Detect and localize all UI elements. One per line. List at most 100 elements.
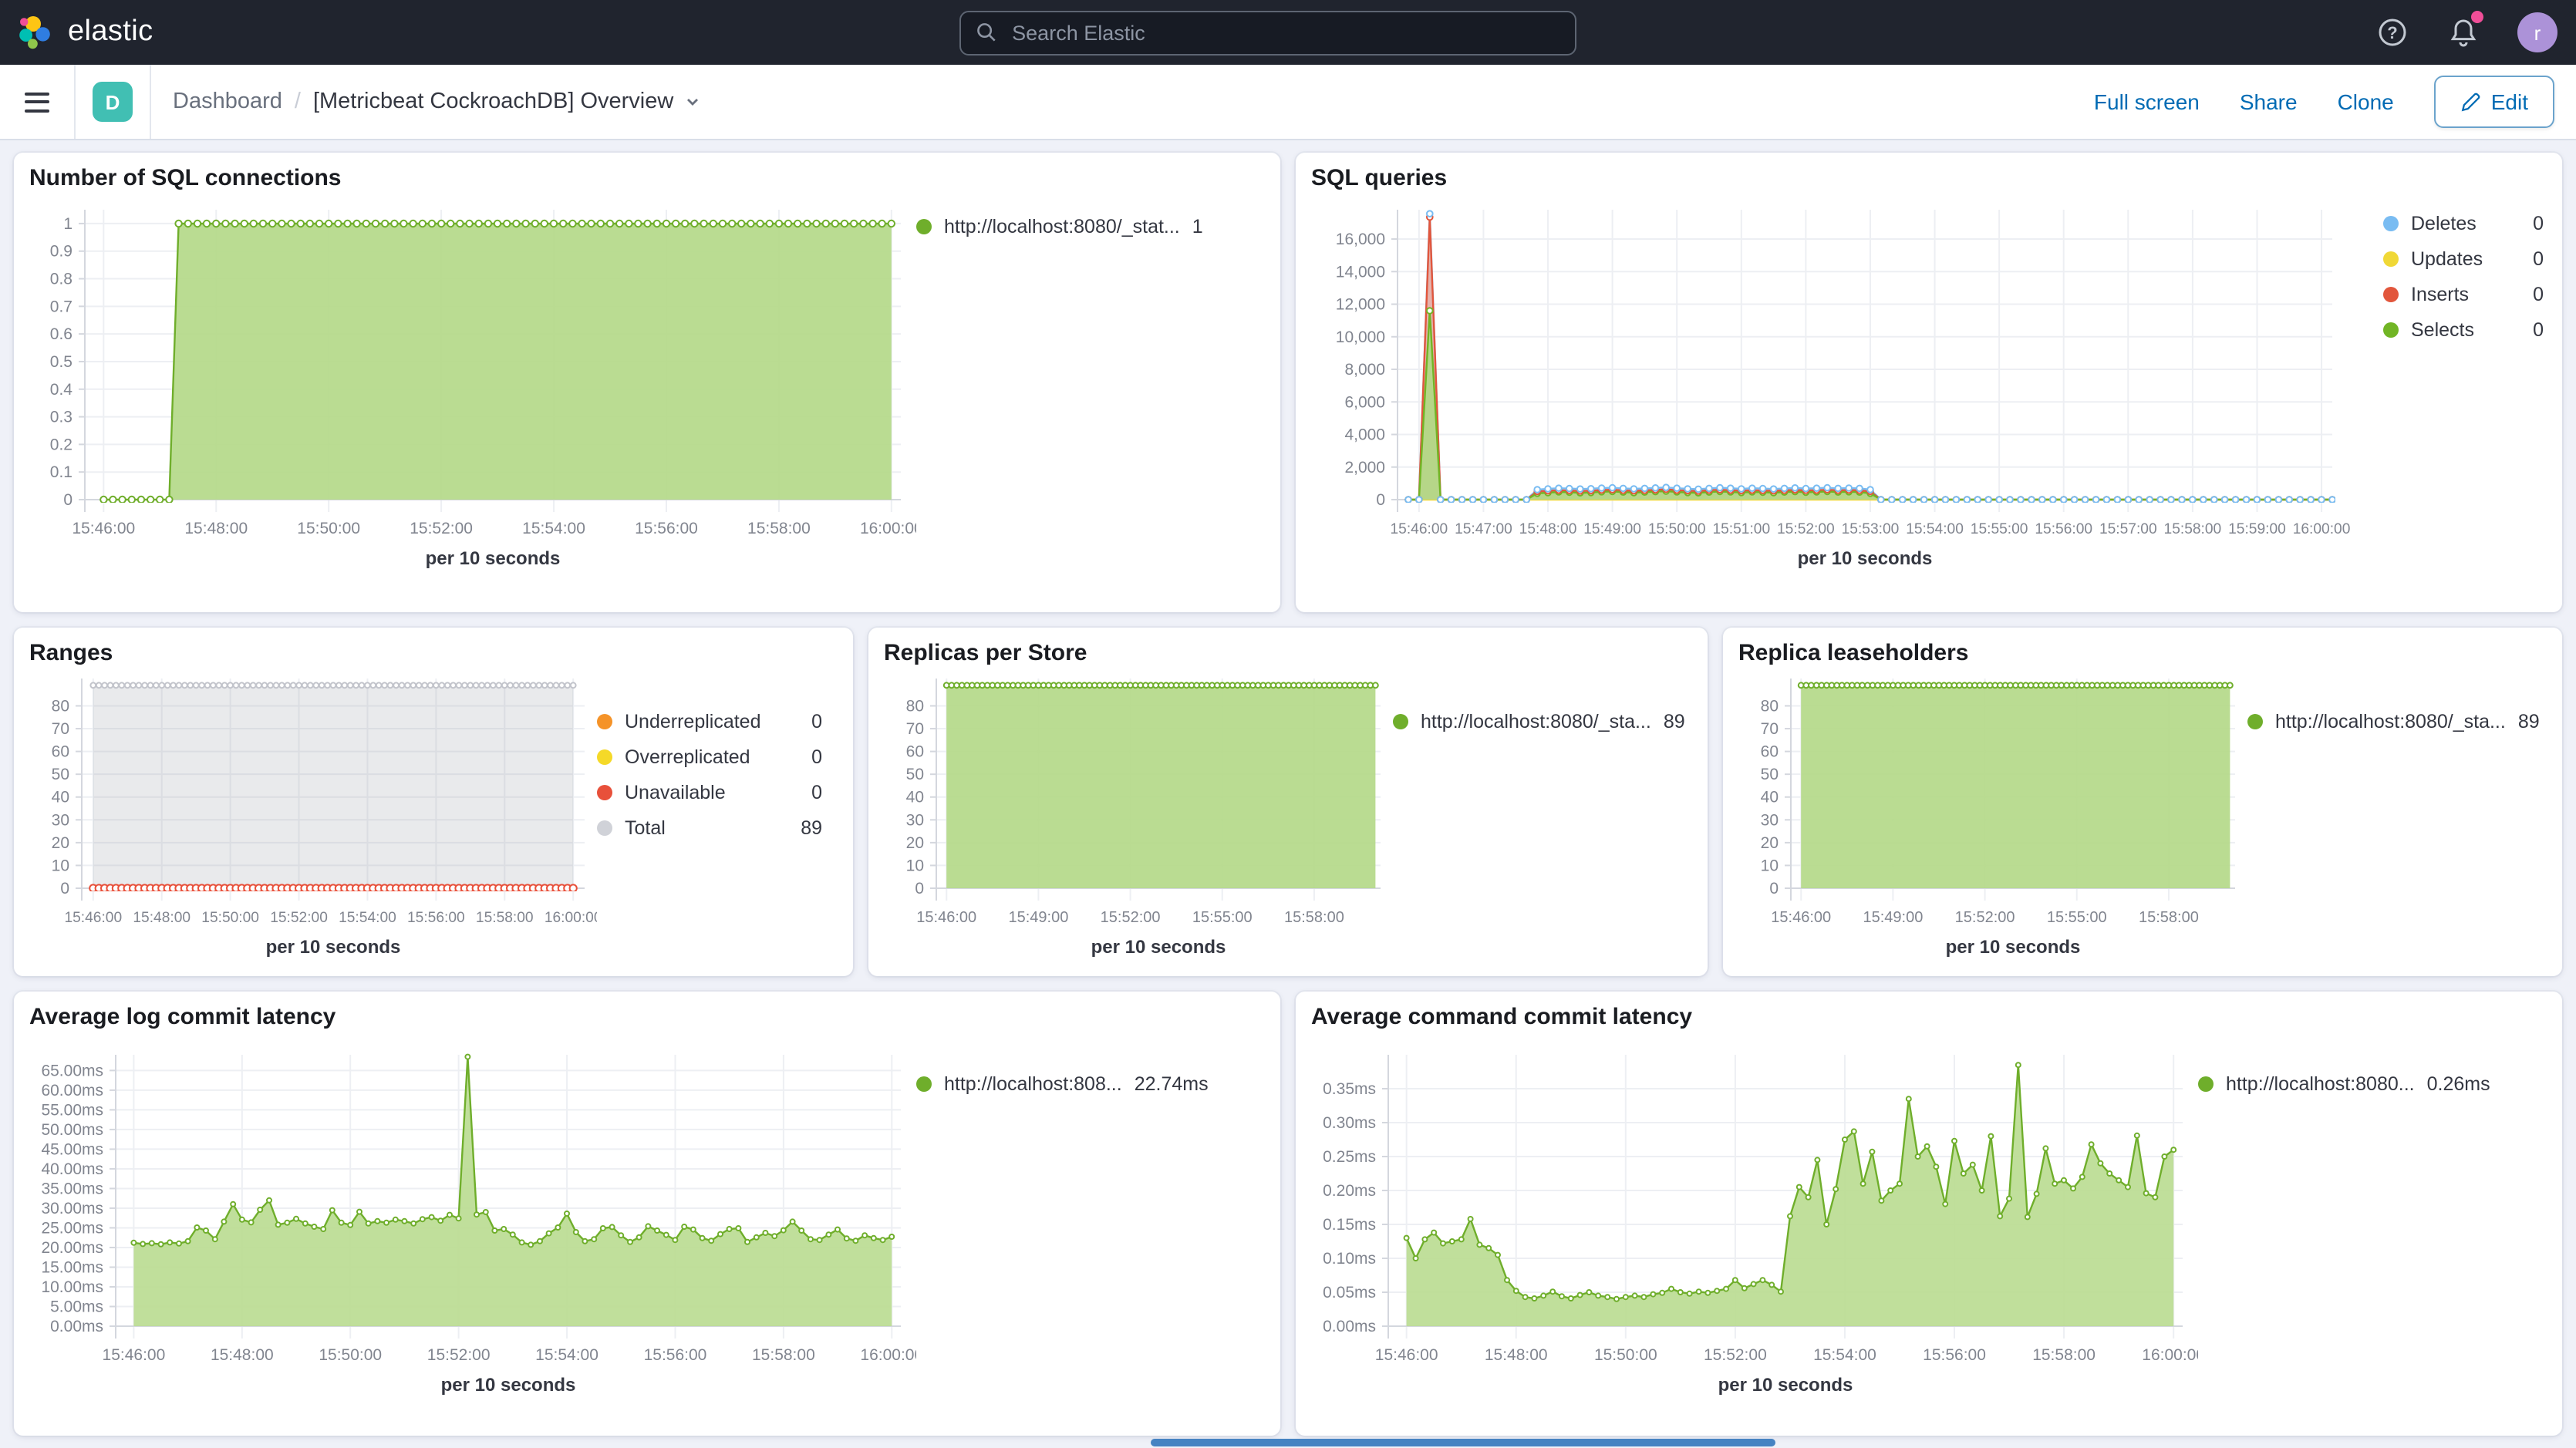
dashboard-grid: Number of SQL connections 10.90.80.70.60… <box>0 140 2576 1436</box>
svg-text:50.00ms: 50.00ms <box>41 1121 103 1139</box>
legend-item[interactable]: http://localhost:8080/_sta...89 <box>1393 711 1685 732</box>
legend-label: http://localhost:808... <box>944 1073 1122 1095</box>
legend-value: 0 <box>2533 319 2544 341</box>
svg-text:15:52:00: 15:52:00 <box>1101 909 1161 926</box>
svg-text:60: 60 <box>906 743 924 761</box>
panel-title: Ranges <box>29 640 841 666</box>
search-icon <box>976 22 996 43</box>
svg-text:0: 0 <box>1376 491 1385 509</box>
edit-button[interactable]: Edit <box>2434 76 2554 128</box>
svg-text:0: 0 <box>1769 880 1779 897</box>
legend-label: Inserts <box>2411 284 2469 305</box>
chevron-down-icon <box>683 93 701 111</box>
svg-text:1: 1 <box>63 215 72 233</box>
help-menu-button[interactable]: ? <box>2375 15 2409 49</box>
svg-text:15:52:00: 15:52:00 <box>410 520 473 537</box>
legend-item[interactable]: Overreplicated0 <box>597 746 822 768</box>
svg-text:15:54:00: 15:54:00 <box>522 520 585 537</box>
legend-item[interactable]: http://localhost:8080/_stat...1 <box>916 216 1203 237</box>
svg-text:15:58:00: 15:58:00 <box>2139 909 2199 926</box>
page-title[interactable]: [Metricbeat CockroachDB] Overview <box>313 89 701 114</box>
legend-value: 0 <box>2533 213 2544 234</box>
svg-text:16:00:00: 16:00:00 <box>860 1346 916 1364</box>
user-avatar[interactable]: r <box>2517 12 2557 52</box>
svg-text:10,000: 10,000 <box>1336 328 1385 346</box>
panel-sql-queries: SQL queries 16,00014,00012,00010,0008,00… <box>1296 153 2562 612</box>
svg-text:0: 0 <box>63 491 72 509</box>
legend-item[interactable]: Unavailable0 <box>597 782 822 803</box>
legend-swatch <box>597 820 612 836</box>
svg-text:6,000: 6,000 <box>1344 393 1385 411</box>
legend-item[interactable]: http://localhost:8080...0.26ms <box>2198 1073 2490 1095</box>
legend-item[interactable]: http://localhost:8080/_sta...89 <box>2247 711 2540 732</box>
legend-label: Unavailable <box>625 782 726 803</box>
sql-connections-chart[interactable]: 10.90.80.70.60.50.40.30.20.1015:46:0015:… <box>29 194 916 588</box>
svg-text:15:56:00: 15:56:00 <box>644 1346 707 1364</box>
share-button[interactable]: Share <box>2240 89 2298 114</box>
svg-text:15:56:00: 15:56:00 <box>1923 1346 1986 1364</box>
svg-text:15:58:00: 15:58:00 <box>747 520 811 537</box>
clone-button[interactable]: Clone <box>2338 89 2394 114</box>
svg-text:0.9: 0.9 <box>50 243 72 261</box>
global-search[interactable] <box>959 10 1576 55</box>
legend-item[interactable]: Updates0 <box>2383 248 2544 270</box>
svg-text:70: 70 <box>1761 720 1779 738</box>
svg-text:30.00ms: 30.00ms <box>41 1200 103 1217</box>
svg-text:0.30ms: 0.30ms <box>1323 1114 1376 1132</box>
svg-text:15:50:00: 15:50:00 <box>1648 521 1706 537</box>
legend-label: Overreplicated <box>625 746 750 768</box>
svg-text:40: 40 <box>1761 789 1779 807</box>
svg-text:15:57:00: 15:57:00 <box>2099 521 2157 537</box>
svg-text:15:46:00: 15:46:00 <box>64 910 122 926</box>
svg-text:15:52:00: 15:52:00 <box>270 910 328 926</box>
legend-item[interactable]: Deletes0 <box>2383 213 2544 234</box>
replicas-per-store-chart[interactable]: 8070605040302010015:46:0015:49:0015:52:0… <box>884 669 1393 965</box>
svg-text:15:55:00: 15:55:00 <box>1192 909 1253 926</box>
elastic-logo[interactable]: elastic <box>19 14 355 51</box>
svg-text:per 10 seconds: per 10 seconds <box>1798 548 1933 569</box>
horizontal-scrollbar[interactable] <box>1151 1439 1775 1446</box>
legend-item[interactable]: Selects0 <box>2383 319 2544 341</box>
svg-text:0.2: 0.2 <box>50 436 72 453</box>
avg-log-commit-latency-chart[interactable]: 65.00ms60.00ms55.00ms50.00ms45.00ms40.00… <box>29 1033 916 1419</box>
svg-text:15:54:00: 15:54:00 <box>339 910 396 926</box>
svg-text:35.00ms: 35.00ms <box>41 1180 103 1197</box>
legend-label: http://localhost:8080/_sta... <box>2275 711 2506 732</box>
svg-text:20: 20 <box>1761 834 1779 852</box>
svg-text:5.00ms: 5.00ms <box>50 1298 103 1315</box>
svg-text:12,000: 12,000 <box>1336 296 1385 314</box>
svg-text:16:00:00: 16:00:00 <box>2142 1346 2198 1364</box>
svg-text:15:56:00: 15:56:00 <box>2035 521 2092 537</box>
ranges-chart[interactable]: 8070605040302010015:46:0015:48:0015:50:0… <box>29 669 597 965</box>
svg-text:15:48:00: 15:48:00 <box>1519 521 1577 537</box>
avg-command-commit-latency-chart[interactable]: 0.35ms0.30ms0.25ms0.20ms0.15ms0.10ms0.05… <box>1311 1033 2198 1419</box>
svg-text:0.7: 0.7 <box>50 298 72 315</box>
menu-button[interactable] <box>0 65 76 139</box>
notifications-button[interactable] <box>2446 15 2480 49</box>
search-input[interactable] <box>1009 19 1559 45</box>
sql-queries-chart[interactable]: 16,00014,00012,00010,0008,0006,0004,0002… <box>1311 194 2383 588</box>
legend-swatch <box>597 714 612 729</box>
panel-title: SQL queries <box>1311 165 2550 191</box>
panel-title: Replicas per Store <box>884 640 1695 666</box>
legend-item[interactable]: Underreplicated0 <box>597 711 822 732</box>
svg-text:15:46:00: 15:46:00 <box>1391 521 1448 537</box>
replica-leaseholders-chart[interactable]: 8070605040302010015:46:0015:49:0015:52:0… <box>1738 669 2247 965</box>
legend-item[interactable]: Total89 <box>597 817 822 839</box>
breadcrumb-dashboard[interactable]: Dashboard <box>173 89 282 114</box>
legend-swatch <box>2383 251 2399 267</box>
legend-item[interactable]: Inserts0 <box>2383 284 2544 305</box>
svg-text:0.5: 0.5 <box>50 353 72 371</box>
svg-text:80: 80 <box>906 697 924 715</box>
breadcrumb: Dashboard / [Metricbeat CockroachDB] Ove… <box>173 89 701 114</box>
space-badge[interactable]: D <box>93 82 133 122</box>
chart-legend: http://localhost:808...22.74ms <box>916 1073 1209 1095</box>
svg-text:80: 80 <box>1761 697 1779 715</box>
full-screen-button[interactable]: Full screen <box>2094 89 2200 114</box>
legend-item[interactable]: http://localhost:808...22.74ms <box>916 1073 1209 1095</box>
svg-text:20.00ms: 20.00ms <box>41 1239 103 1257</box>
legend-label: http://localhost:8080/_stat... <box>944 216 1180 237</box>
panel-number-of-sql-connections: Number of SQL connections 10.90.80.70.60… <box>14 153 1280 612</box>
svg-text:15:53:00: 15:53:00 <box>1842 521 1900 537</box>
svg-text:0.00ms: 0.00ms <box>1323 1318 1376 1335</box>
